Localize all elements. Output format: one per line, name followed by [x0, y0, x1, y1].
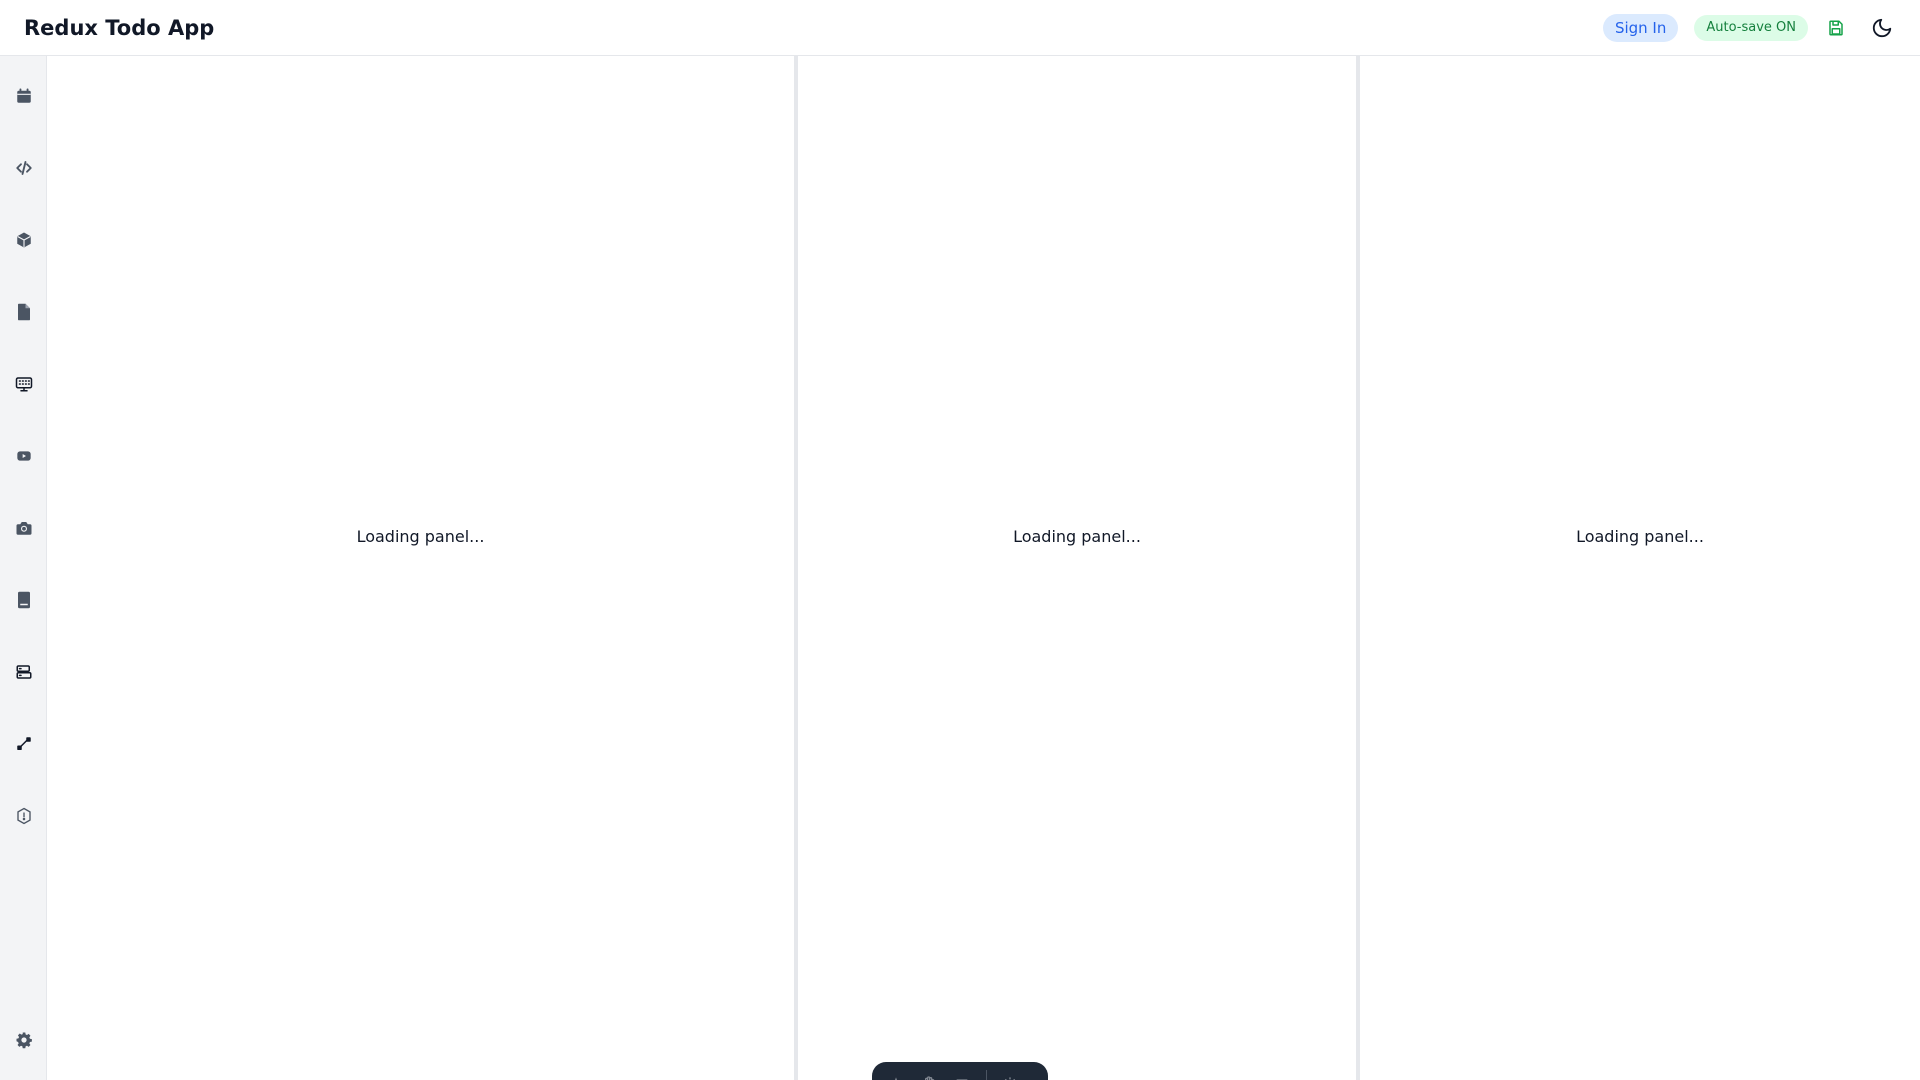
- save-icon[interactable]: [1822, 14, 1850, 42]
- settings-icon[interactable]: [1001, 1072, 1020, 1080]
- sidebar: [0, 56, 47, 1080]
- book-icon[interactable]: [0, 580, 47, 620]
- panel-right: Loading panel...: [1360, 56, 1920, 1080]
- loading-text: Loading panel...: [356, 526, 485, 546]
- floating-toolbar: [872, 1062, 1048, 1080]
- loading-text: Loading panel...: [1013, 526, 1141, 546]
- code-icon[interactable]: [0, 148, 47, 188]
- panel-left: Loading panel...: [47, 56, 794, 1080]
- calendar-icon[interactable]: [0, 76, 47, 116]
- keyboard-icon[interactable]: [0, 364, 47, 404]
- hand-icon[interactable]: [919, 1072, 938, 1080]
- cube-icon[interactable]: [0, 220, 47, 260]
- moon-icon[interactable]: [1868, 14, 1896, 42]
- gear-icon[interactable]: [0, 1020, 47, 1060]
- video-icon[interactable]: [0, 436, 47, 476]
- pen-icon[interactable]: [886, 1072, 905, 1080]
- shield-icon[interactable]: [0, 796, 47, 836]
- toolbar-divider: [985, 1070, 987, 1080]
- file-icon[interactable]: [0, 292, 47, 332]
- panel-middle: Loading panel...: [798, 56, 1356, 1080]
- camera-icon[interactable]: [0, 508, 47, 548]
- database-icon[interactable]: [0, 652, 47, 692]
- app-header: Redux Todo App Sign In Auto-save ON: [0, 0, 1920, 56]
- autosave-badge: Auto-save ON: [1694, 14, 1808, 41]
- header-actions: Sign In Auto-save ON: [1602, 13, 1896, 42]
- sign-in-button[interactable]: Sign In: [1602, 13, 1679, 42]
- menu-icon[interactable]: [953, 1072, 972, 1080]
- diagram-icon[interactable]: [0, 724, 47, 764]
- app-title: Redux Todo App: [24, 15, 215, 40]
- loading-text: Loading panel...: [1576, 526, 1704, 546]
